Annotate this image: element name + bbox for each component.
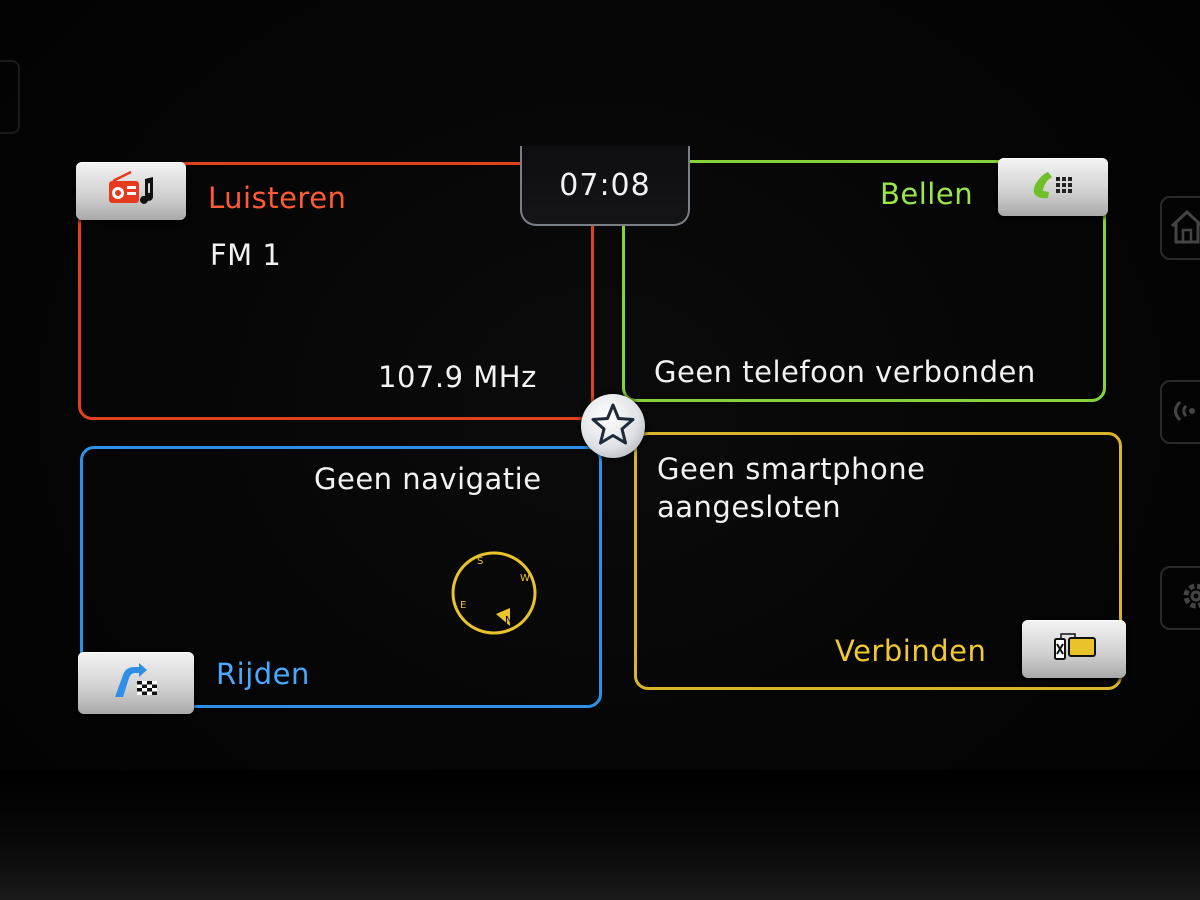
navigation-status: Geen navigatie xyxy=(314,462,542,496)
compass-n: N xyxy=(505,615,513,626)
compass-w: W xyxy=(520,573,530,584)
clock-time: 07:08 xyxy=(559,167,651,203)
favorite-button[interactable] xyxy=(581,394,645,458)
compass-s: S xyxy=(477,556,484,567)
smartphone-status-line2: aangesloten xyxy=(657,490,842,524)
settings-button[interactable] xyxy=(1160,566,1200,630)
listen-button[interactable] xyxy=(76,162,186,220)
call-button[interactable] xyxy=(998,158,1108,216)
drive-button[interactable] xyxy=(78,652,194,714)
connect-button[interactable] xyxy=(1022,620,1126,678)
smartphone-connect-label: Verbinden xyxy=(835,634,987,668)
radio-source: FM 1 xyxy=(210,238,282,272)
call-status: Geen telefoon verbonden xyxy=(654,355,1036,389)
wireless-icon xyxy=(1170,390,1200,434)
screen-bezel xyxy=(0,770,1200,900)
navigation-title: Rijden xyxy=(216,657,310,691)
call-title: Bellen xyxy=(880,177,974,211)
compass-icon: S W E N xyxy=(450,550,538,636)
settings-icon xyxy=(1170,576,1200,620)
home-icon xyxy=(1170,206,1200,250)
bezel-edge xyxy=(0,60,20,134)
radio-frequency: 107.9 MHz xyxy=(378,360,537,394)
star-icon xyxy=(590,402,636,450)
route-flag-icon xyxy=(109,661,163,705)
device-connect-icon xyxy=(1049,629,1099,669)
listen-title: Luisteren xyxy=(208,181,347,215)
smartphone-status-line1: Geen smartphone xyxy=(657,452,926,486)
radio-music-icon xyxy=(105,169,157,213)
phone-keypad-icon xyxy=(1028,167,1078,207)
clock: 07:08 xyxy=(520,146,690,226)
compass-e: E xyxy=(460,600,467,611)
home-button[interactable] xyxy=(1160,196,1200,260)
wireless-button[interactable] xyxy=(1160,380,1200,444)
